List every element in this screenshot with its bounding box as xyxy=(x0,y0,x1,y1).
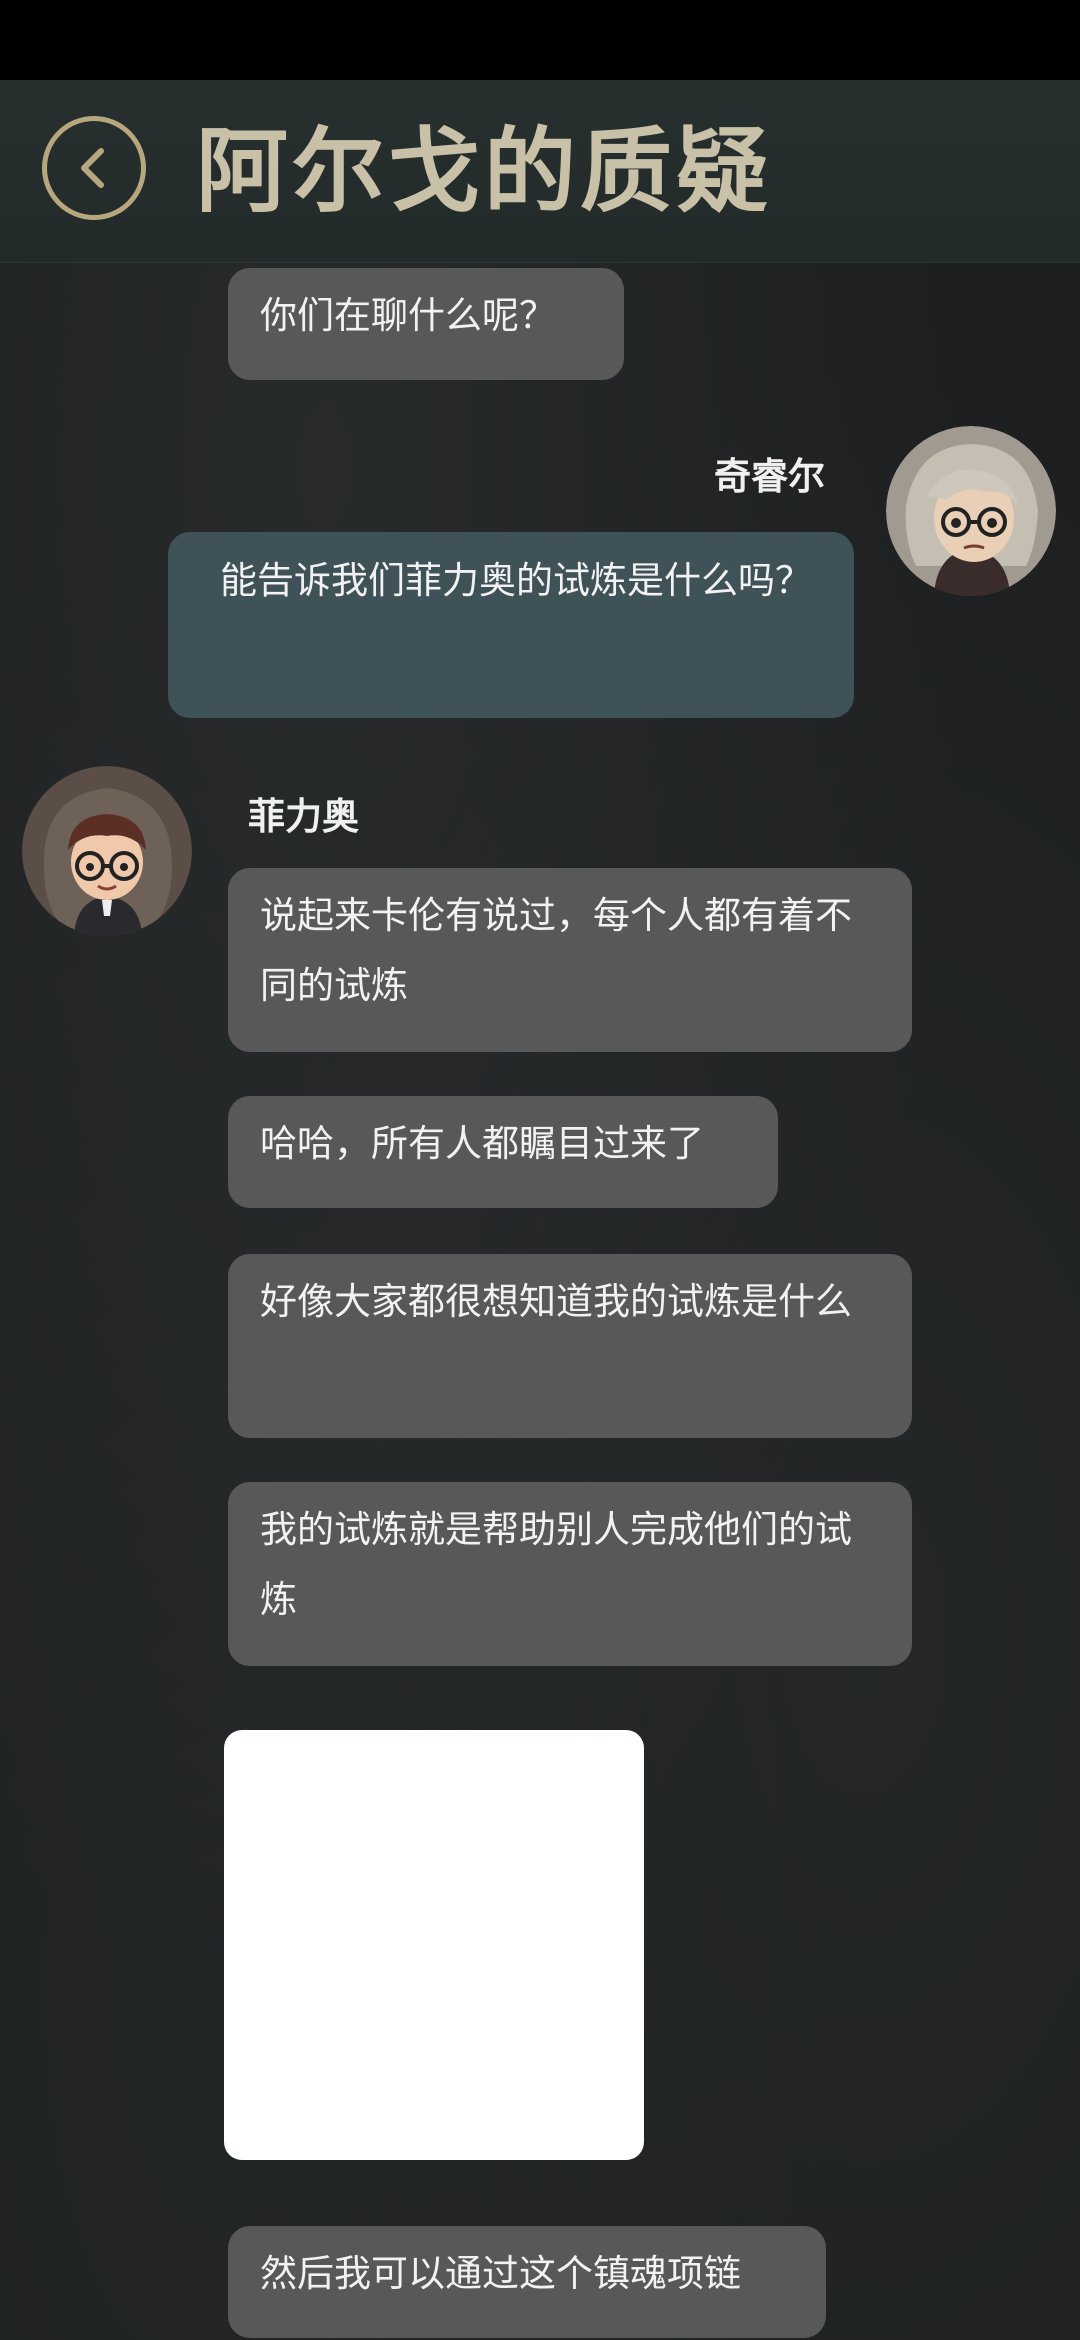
avatar[interactable] xyxy=(886,426,1056,596)
chevron-left-icon xyxy=(81,148,104,188)
chat-screen: 阿尔戈的质疑 你们在聊什么呢？ 奇睿尔 能告诉我们菲力奥的试炼是什么吗？ 菲力奥… xyxy=(0,0,1080,2340)
image-message[interactable] xyxy=(224,1730,644,2160)
message-bubble[interactable]: 然后我可以通过这个镇魂项链 xyxy=(228,2226,826,2338)
message-bubble[interactable]: 哈哈，所有人都瞩目过来了 xyxy=(228,1096,778,1208)
avatar[interactable] xyxy=(22,766,192,936)
avatar-image xyxy=(22,766,192,936)
status-bar xyxy=(0,0,1080,80)
message-bubble[interactable]: 说起来卡伦有说过，每个人都有着不同的试炼 xyxy=(228,868,912,1052)
sender-name: 菲力奥 xyxy=(248,795,359,838)
message-bubble[interactable]: 好像大家都很想知道我的试炼是什么 xyxy=(228,1254,912,1438)
header-bar: 阿尔戈的质疑 xyxy=(0,80,1080,263)
page-title: 阿尔戈的质疑 xyxy=(196,118,773,225)
message-bubble-self[interactable]: 能告诉我们菲力奥的试炼是什么吗？ xyxy=(168,532,854,718)
avatar-image xyxy=(886,426,1056,596)
message-bubble[interactable]: 你们在聊什么呢？ xyxy=(228,268,624,380)
message-bubble[interactable]: 我的试炼就是帮助别人完成他们的试炼 xyxy=(228,1482,912,1666)
sender-name: 奇睿尔 xyxy=(714,455,825,498)
back-button[interactable] xyxy=(42,116,146,220)
